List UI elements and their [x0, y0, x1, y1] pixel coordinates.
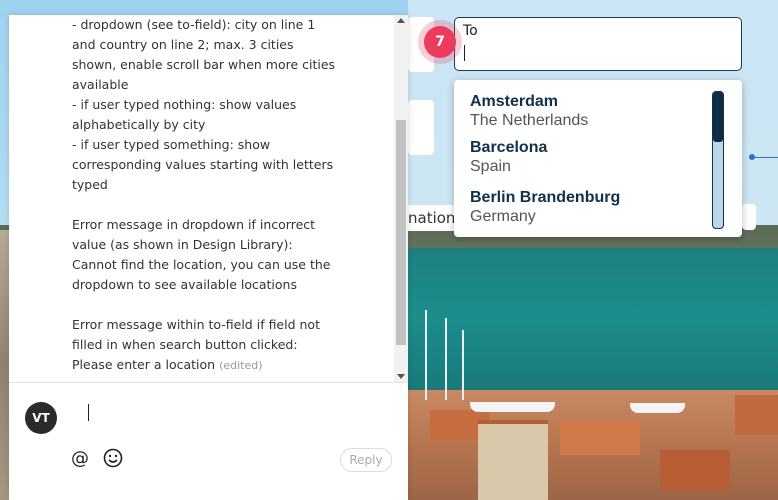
reply-input[interactable] [79, 400, 389, 430]
smiley-icon[interactable] [103, 448, 123, 468]
dropdown-option[interactable]: Amsterdam The Netherlands [470, 93, 588, 130]
edited-tag: (edited) [219, 359, 263, 372]
comment-line: shown, enable scroll bar when more citie… [72, 57, 336, 72]
comment-line: and country on line 2; max. 3 cities [72, 37, 294, 52]
avatar: VT [25, 402, 57, 434]
comment-line: corresponding values starting with lette… [72, 157, 334, 172]
boat-mast [462, 330, 464, 400]
comment-pin[interactable]: 7 [424, 26, 456, 58]
comment-line: Please enter a location [72, 357, 216, 372]
comment-line: available [72, 77, 129, 92]
text-caret [464, 45, 465, 61]
reply-button[interactable]: Reply [340, 448, 392, 472]
boat [630, 403, 685, 413]
text-caret [88, 404, 89, 421]
roof [560, 420, 640, 455]
scroll-down-arrow-icon[interactable] [397, 374, 405, 379]
roof [660, 450, 730, 490]
scroll-up-arrow-icon[interactable] [397, 18, 405, 23]
boat-mast [425, 310, 427, 400]
bell-tower [478, 420, 548, 500]
boat [470, 402, 555, 412]
annotation-dot [749, 154, 755, 160]
date-field[interactable] [408, 100, 434, 155]
comment-line: value (as shown in Design Library): [72, 237, 293, 252]
comment-line: typed [72, 177, 108, 192]
divider [9, 382, 408, 383]
comment-line: Error message within to-field if field n… [72, 317, 320, 332]
comment-body: - dropdown (see to-field): city on line … [72, 15, 372, 376]
comment-scrollbar-thumb[interactable] [396, 120, 406, 345]
option-city: Berlin Brandenburg [470, 189, 621, 206]
comment-line: - dropdown (see to-field): city on line … [72, 17, 316, 32]
dropdown-scrollbar-thumb[interactable] [713, 92, 723, 142]
option-country: Germany [470, 208, 536, 225]
comment-line: Error message in dropdown if incorrect [72, 217, 316, 232]
to-label: To [463, 23, 478, 39]
to-field[interactable]: To [454, 17, 742, 71]
comment-line: alphabetically by city [72, 117, 206, 132]
roof [735, 395, 778, 435]
option-city: Barcelona [470, 139, 548, 156]
comment-line: Cannot find the location, you can use th… [72, 257, 331, 272]
option-country: Spain [470, 158, 511, 175]
comment-line: - if user typed nothing: show values [72, 97, 297, 112]
comment-panel: - dropdown (see to-field): city on line … [9, 15, 408, 500]
partial-field-text: nation [408, 205, 458, 231]
dropdown-option[interactable]: Barcelona Spain [470, 139, 547, 176]
location-dropdown: Amsterdam The Netherlands Barcelona Spai… [454, 80, 742, 237]
comment-line: - if user typed something: show [72, 137, 271, 152]
comment-scrollbar[interactable] [394, 15, 408, 382]
option-country: The Netherlands [470, 112, 589, 129]
boat-mast [445, 318, 447, 400]
dropdown-scrollbar[interactable] [712, 91, 724, 229]
annotation-line [752, 157, 778, 158]
option-city: Amsterdam [470, 93, 559, 110]
field-edge [742, 204, 756, 230]
mention-icon[interactable]: @ [71, 448, 89, 469]
comment-line: dropdown to see available locations [72, 277, 297, 292]
dropdown-option[interactable]: Berlin Brandenburg Germany [470, 189, 620, 226]
comment-line: filled in when search button clicked: [72, 337, 298, 352]
